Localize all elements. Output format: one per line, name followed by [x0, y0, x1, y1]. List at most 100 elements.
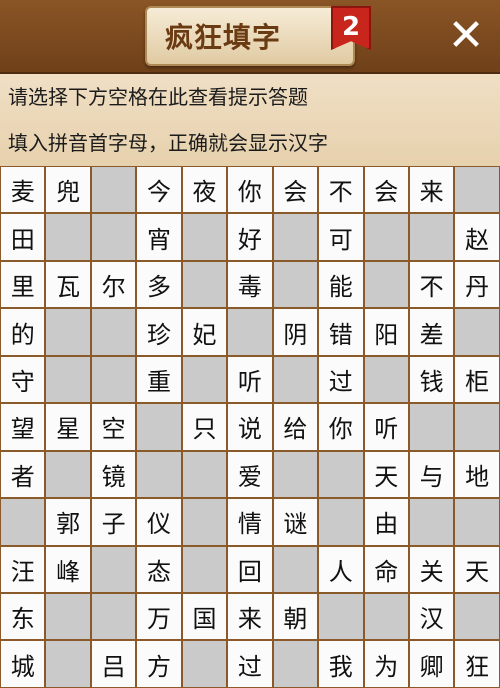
grid-cell: 地: [454, 450, 500, 499]
grid-cell: 回: [227, 545, 273, 593]
grid-cell[interactable]: [408, 213, 455, 261]
grid-cell: 由: [363, 498, 409, 546]
grid-cell: 方: [136, 640, 182, 688]
grid-cell: 守: [0, 355, 46, 404]
grid-cell: 谜: [272, 498, 319, 546]
grid-cell: 星: [45, 403, 91, 451]
grid-cell: 给: [272, 403, 319, 451]
grid-cell[interactable]: [272, 355, 319, 404]
grid-cell: 阴: [272, 308, 319, 356]
grid-cell: 兜: [45, 166, 91, 214]
grid-cell[interactable]: [90, 213, 137, 261]
grid-cell[interactable]: [272, 213, 319, 261]
grid-cell: 今: [136, 166, 182, 214]
grid-cell[interactable]: [227, 308, 273, 356]
grid-cell[interactable]: [90, 308, 137, 356]
grid-cell: 卿: [408, 640, 455, 688]
grid-cell[interactable]: [363, 592, 409, 641]
grid-cell: 朝: [272, 592, 319, 641]
crossword-grid: 麦兜今夜你会不会来田宵好可赵里瓦尔多毒能不丹的珍妃阴错阳差守重听过钱柜望星空只说…: [0, 166, 500, 688]
grid-cell[interactable]: [45, 308, 91, 356]
grid-cell: 可: [318, 213, 364, 261]
grid-cell[interactable]: [136, 450, 182, 499]
grid-cell: 珍: [136, 308, 182, 356]
game-title-plate: 疯狂填字 2: [145, 6, 371, 66]
grid-cell: 情: [227, 498, 273, 546]
grid-cell[interactable]: [0, 498, 46, 546]
grid-cell[interactable]: [45, 450, 91, 499]
grid-cell[interactable]: [90, 592, 137, 641]
grid-cell[interactable]: [454, 403, 500, 451]
grid-cell: 能: [318, 260, 364, 309]
grid-cell: 关: [408, 545, 455, 593]
grid-cell: 人: [318, 545, 364, 593]
grid-cell[interactable]: [363, 260, 409, 309]
grid-cell: 峰: [45, 545, 91, 593]
grid-cell[interactable]: [272, 260, 319, 309]
grid-cell: 爱: [227, 450, 273, 499]
grid-cell[interactable]: [90, 166, 137, 214]
grid-cell: 会: [272, 166, 319, 214]
grid-cell: 夜: [181, 166, 228, 214]
grid-cell: 听: [227, 355, 273, 404]
grid-cell[interactable]: [181, 545, 228, 593]
grid-cell: 宵: [136, 213, 182, 261]
grid-cell[interactable]: [408, 403, 455, 451]
grid-cell: 命: [363, 545, 409, 593]
grid-cell: 吕: [90, 640, 137, 688]
grid-cell: 你: [227, 166, 273, 214]
grid-cell: 你: [318, 403, 364, 451]
grid-cell: 不: [318, 166, 364, 214]
grid-cell[interactable]: [454, 592, 500, 641]
level-badge: 2: [331, 6, 371, 50]
grid-cell: 尔: [90, 260, 137, 309]
grid-cell[interactable]: [45, 355, 91, 404]
grid-cell[interactable]: [454, 308, 500, 356]
grid-cell[interactable]: [363, 213, 409, 261]
grid-cell[interactable]: [318, 592, 364, 641]
grid-cell[interactable]: [181, 355, 228, 404]
grid-cell: 望: [0, 403, 46, 451]
grid-cell: 郭: [45, 498, 91, 546]
close-icon[interactable]: ✕: [444, 14, 488, 58]
grid-cell[interactable]: [272, 545, 319, 593]
grid-cell[interactable]: [272, 640, 319, 688]
grid-cell: 阳: [363, 308, 409, 356]
grid-cell: 镜: [90, 450, 137, 499]
grid-cell: 会: [363, 166, 409, 214]
grid-cell[interactable]: [181, 498, 228, 546]
grid-cell[interactable]: [45, 213, 91, 261]
grid-cell[interactable]: [181, 213, 228, 261]
grid-cell[interactable]: [454, 166, 500, 214]
grid-cell: 的: [0, 308, 46, 356]
grid-cell: 只: [181, 403, 228, 451]
grid-cell: 空: [90, 403, 137, 451]
grid-cell: 与: [408, 450, 455, 499]
grid-cell: 好: [227, 213, 273, 261]
grid-cell: 柜: [454, 355, 500, 404]
grid-cell: 来: [227, 592, 273, 641]
grid-cell[interactable]: [408, 498, 455, 546]
grid-cell: 态: [136, 545, 182, 593]
grid-cell[interactable]: [363, 355, 409, 404]
grid-cell: 差: [408, 308, 455, 356]
grid-cell: 者: [0, 450, 46, 499]
grid-cell[interactable]: [45, 640, 91, 688]
grid-cell[interactable]: [181, 260, 228, 309]
grid-cell: 子: [90, 498, 137, 546]
grid-cell[interactable]: [45, 592, 91, 641]
grid-cell[interactable]: [90, 355, 137, 404]
top-bar: 疯狂填字 2 ✕: [0, 0, 500, 74]
grid-cell[interactable]: [318, 450, 364, 499]
grid-cell[interactable]: [90, 545, 137, 593]
grid-cell[interactable]: [181, 450, 228, 499]
grid-cell[interactable]: [318, 498, 364, 546]
grid-cell[interactable]: [181, 640, 228, 688]
grid-cell: 过: [227, 640, 273, 688]
grid-cell[interactable]: [136, 403, 182, 451]
grid-cell: 万: [136, 592, 182, 641]
grid-cell[interactable]: [454, 498, 500, 546]
grid-cell: 说: [227, 403, 273, 451]
grid-cell: 汪: [0, 545, 46, 593]
grid-cell[interactable]: [272, 450, 319, 499]
